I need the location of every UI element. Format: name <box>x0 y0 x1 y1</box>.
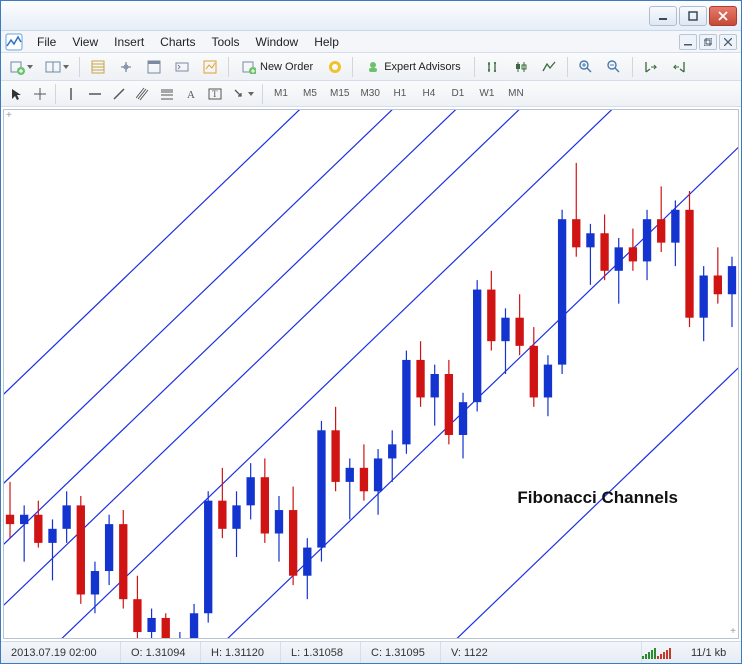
market-watch-button[interactable] <box>86 56 110 78</box>
drawing-toolbar: A T M1M5M15M30H1H4D1W1MN <box>1 81 741 107</box>
chart-corner-icon: + <box>730 627 736 637</box>
fibonacci-button[interactable] <box>156 83 178 105</box>
horizontal-line-button[interactable] <box>84 83 106 105</box>
timeframe-m5[interactable]: M5 <box>296 84 324 104</box>
status-open: O: 1.31094 <box>121 642 201 663</box>
data-window-button[interactable] <box>142 56 166 78</box>
status-connection: 11/1 kb <box>681 642 741 663</box>
status-volume: V: 1122 <box>441 642 642 663</box>
status-high: H: 1.31120 <box>201 642 281 663</box>
timeframe-m1[interactable]: M1 <box>267 84 295 104</box>
zoom-in-button[interactable] <box>574 56 598 78</box>
svg-text:T: T <box>212 89 218 99</box>
chart-shift-button[interactable] <box>667 56 691 78</box>
mdi-minimize-button[interactable] <box>679 34 697 50</box>
app-window: FileViewInsertChartsToolsWindowHelp New … <box>0 0 742 664</box>
menu-window[interactable]: Window <box>248 33 307 51</box>
svg-text:A: A <box>187 89 195 101</box>
zoom-out-button[interactable] <box>602 56 626 78</box>
menu-file[interactable]: File <box>29 33 64 51</box>
connection-icon <box>642 647 675 659</box>
new-chart-button[interactable] <box>5 56 37 78</box>
timeframe-w1[interactable]: W1 <box>473 84 501 104</box>
mdi-restore-button[interactable] <box>699 34 717 50</box>
status-low: L: 1.31058 <box>281 642 361 663</box>
status-close: C: 1.31095 <box>361 642 441 663</box>
new-order-label: New Order <box>260 61 313 73</box>
equidistant-channel-button[interactable] <box>132 83 154 105</box>
menu-insert[interactable]: Insert <box>106 33 152 51</box>
trendline-button[interactable] <box>108 83 130 105</box>
menu-view[interactable]: View <box>64 33 106 51</box>
chart-area[interactable]: Fibonacci Channels + + <box>3 109 739 639</box>
menu-help[interactable]: Help <box>306 33 347 51</box>
maximize-button[interactable] <box>679 6 707 26</box>
status-datetime: 2013.07.19 02:00 <box>1 642 121 663</box>
text-button[interactable]: A <box>180 83 202 105</box>
timeframe-h1[interactable]: H1 <box>386 84 414 104</box>
text-label-button[interactable]: T <box>204 83 226 105</box>
arrows-button[interactable] <box>228 83 258 105</box>
menu-tools[interactable]: Tools <box>204 33 248 51</box>
timeframe-m30[interactable]: M30 <box>355 84 384 104</box>
candlestick-chart-button[interactable] <box>509 56 533 78</box>
line-chart-button[interactable] <box>537 56 561 78</box>
new-order-button[interactable]: New Order <box>235 56 320 78</box>
main-toolbar: New Order Expert Advisors <box>1 53 741 81</box>
timeframe-buttons: M1M5M15M30H1H4D1W1MN <box>267 84 530 104</box>
strategy-tester-button[interactable] <box>198 56 222 78</box>
mdi-controls <box>679 34 737 50</box>
menubar: FileViewInsertChartsToolsWindowHelp <box>1 31 741 53</box>
menu-items: FileViewInsertChartsToolsWindowHelp <box>29 33 347 51</box>
expert-advisors-button[interactable]: Expert Advisors <box>359 56 467 78</box>
mdi-close-button[interactable] <box>719 34 737 50</box>
auto-scroll-button[interactable] <box>639 56 663 78</box>
expert-advisors-label: Expert Advisors <box>384 61 460 73</box>
metaquotes-button[interactable] <box>324 56 346 78</box>
terminal-button[interactable] <box>170 56 194 78</box>
chart-canvas[interactable] <box>4 110 738 638</box>
chart-corner-icon: + <box>6 111 12 121</box>
statusbar: 2013.07.19 02:00 O: 1.31094 H: 1.31120 L… <box>1 641 741 663</box>
profiles-button[interactable] <box>41 56 73 78</box>
close-button[interactable] <box>709 6 737 26</box>
cursor-button[interactable] <box>5 83 27 105</box>
menu-charts[interactable]: Charts <box>152 33 203 51</box>
crosshair-button[interactable] <box>29 83 51 105</box>
app-icon <box>5 33 23 51</box>
minimize-button[interactable] <box>649 6 677 26</box>
vertical-line-button[interactable] <box>60 83 82 105</box>
navigator-button[interactable] <box>114 56 138 78</box>
timeframe-m15[interactable]: M15 <box>325 84 354 104</box>
timeframe-mn[interactable]: MN <box>502 84 530 104</box>
titlebar[interactable] <box>1 1 741 31</box>
timeframe-h4[interactable]: H4 <box>415 84 443 104</box>
bar-chart-button[interactable] <box>481 56 505 78</box>
timeframe-d1[interactable]: D1 <box>444 84 472 104</box>
